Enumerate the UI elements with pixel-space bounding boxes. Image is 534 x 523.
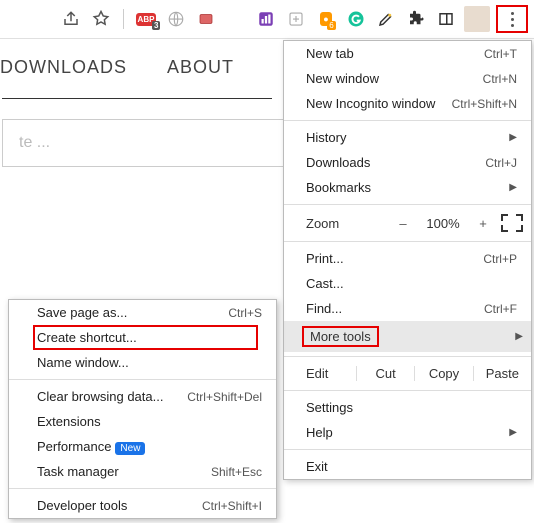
globe-extension-icon[interactable]: [164, 7, 188, 31]
extensions-puzzle-icon[interactable]: [404, 7, 428, 31]
menu-print[interactable]: Print...Ctrl+P: [284, 246, 531, 271]
panel-icon[interactable]: [434, 7, 458, 31]
edit-cut[interactable]: Cut: [356, 366, 414, 381]
menu-separator: [284, 120, 531, 121]
sub-create-shortcut[interactable]: Create shortcut...: [33, 325, 258, 350]
menu-downloads[interactable]: DownloadsCtrl+J: [284, 150, 531, 175]
chevron-right-icon: ▶: [515, 331, 523, 342]
menu-separator: [284, 390, 531, 391]
sub-task-manager[interactable]: Task managerShift+Esc: [9, 459, 276, 484]
sub-extensions[interactable]: Extensions: [9, 409, 276, 434]
divider: [2, 98, 272, 99]
menu-find[interactable]: Find...Ctrl+F: [284, 296, 531, 321]
menu-zoom: Zoom – 100% +: [284, 209, 531, 237]
nav-downloads[interactable]: DOWNLOADS: [0, 57, 127, 78]
plus-extension-icon[interactable]: [284, 7, 308, 31]
pen-extension-icon[interactable]: [374, 7, 398, 31]
bookmark-star-icon[interactable]: [89, 7, 113, 31]
menu-edit-row: Edit Cut Copy Paste: [284, 361, 531, 386]
menu-separator: [284, 449, 531, 450]
menu-new-window[interactable]: New windowCtrl+N: [284, 66, 531, 91]
sub-save-page[interactable]: Save page as...Ctrl+S: [9, 300, 276, 325]
menu-separator: [284, 204, 531, 205]
zoom-out-button[interactable]: –: [391, 216, 415, 231]
edit-copy[interactable]: Copy: [414, 366, 472, 381]
grammarly-icon[interactable]: [344, 7, 368, 31]
profile-avatar[interactable]: [464, 6, 490, 32]
orange-extension-icon[interactable]: ●6: [314, 7, 338, 31]
menu-separator: [9, 488, 276, 489]
menu-separator: [284, 356, 531, 357]
browser-toolbar: ABP3 ●6: [0, 0, 534, 39]
menu-exit[interactable]: Exit: [284, 454, 531, 479]
chevron-right-icon: ▶: [509, 427, 517, 438]
sub-name-window[interactable]: Name window...: [9, 350, 276, 375]
menu-incognito[interactable]: New Incognito windowCtrl+Shift+N: [284, 91, 531, 116]
menu-settings[interactable]: Settings: [284, 395, 531, 420]
bars-extension-icon[interactable]: [254, 7, 278, 31]
menu-more-tools[interactable]: More tools▶: [284, 321, 531, 352]
chevron-right-icon: ▶: [509, 132, 517, 143]
share-icon[interactable]: [59, 7, 83, 31]
chevron-right-icon: ▶: [509, 182, 517, 193]
new-badge: New: [115, 442, 145, 455]
zoom-value: 100%: [421, 216, 465, 231]
extension-icon-1[interactable]: [194, 7, 218, 31]
chrome-main-menu: New tabCtrl+T New windowCtrl+N New Incog…: [283, 40, 532, 480]
sub-performance[interactable]: PerformanceNew: [9, 434, 276, 459]
edit-paste[interactable]: Paste: [473, 366, 531, 381]
abp-extension-icon[interactable]: ABP3: [134, 7, 158, 31]
sub-clear-data[interactable]: Clear browsing data...Ctrl+Shift+Del: [9, 384, 276, 409]
menu-separator: [9, 379, 276, 380]
menu-new-tab[interactable]: New tabCtrl+T: [284, 41, 531, 66]
menu-separator: [284, 241, 531, 242]
text-input[interactable]: te ...: [2, 119, 306, 167]
chrome-menu-button[interactable]: [496, 5, 528, 33]
menu-help[interactable]: Help▶: [284, 420, 531, 445]
sub-dev-tools[interactable]: Developer toolsCtrl+Shift+I: [9, 493, 276, 518]
menu-bookmarks[interactable]: Bookmarks▶: [284, 175, 531, 200]
fullscreen-icon[interactable]: [501, 214, 523, 232]
extension-icon-2[interactable]: [224, 7, 248, 31]
menu-history[interactable]: History▶: [284, 125, 531, 150]
nav-about[interactable]: ABOUT: [167, 57, 234, 78]
toolbar-separator: [123, 9, 124, 29]
menu-cast[interactable]: Cast...: [284, 271, 531, 296]
zoom-in-button[interactable]: +: [471, 216, 495, 231]
more-tools-submenu: Save page as...Ctrl+S Create shortcut...…: [8, 299, 277, 519]
